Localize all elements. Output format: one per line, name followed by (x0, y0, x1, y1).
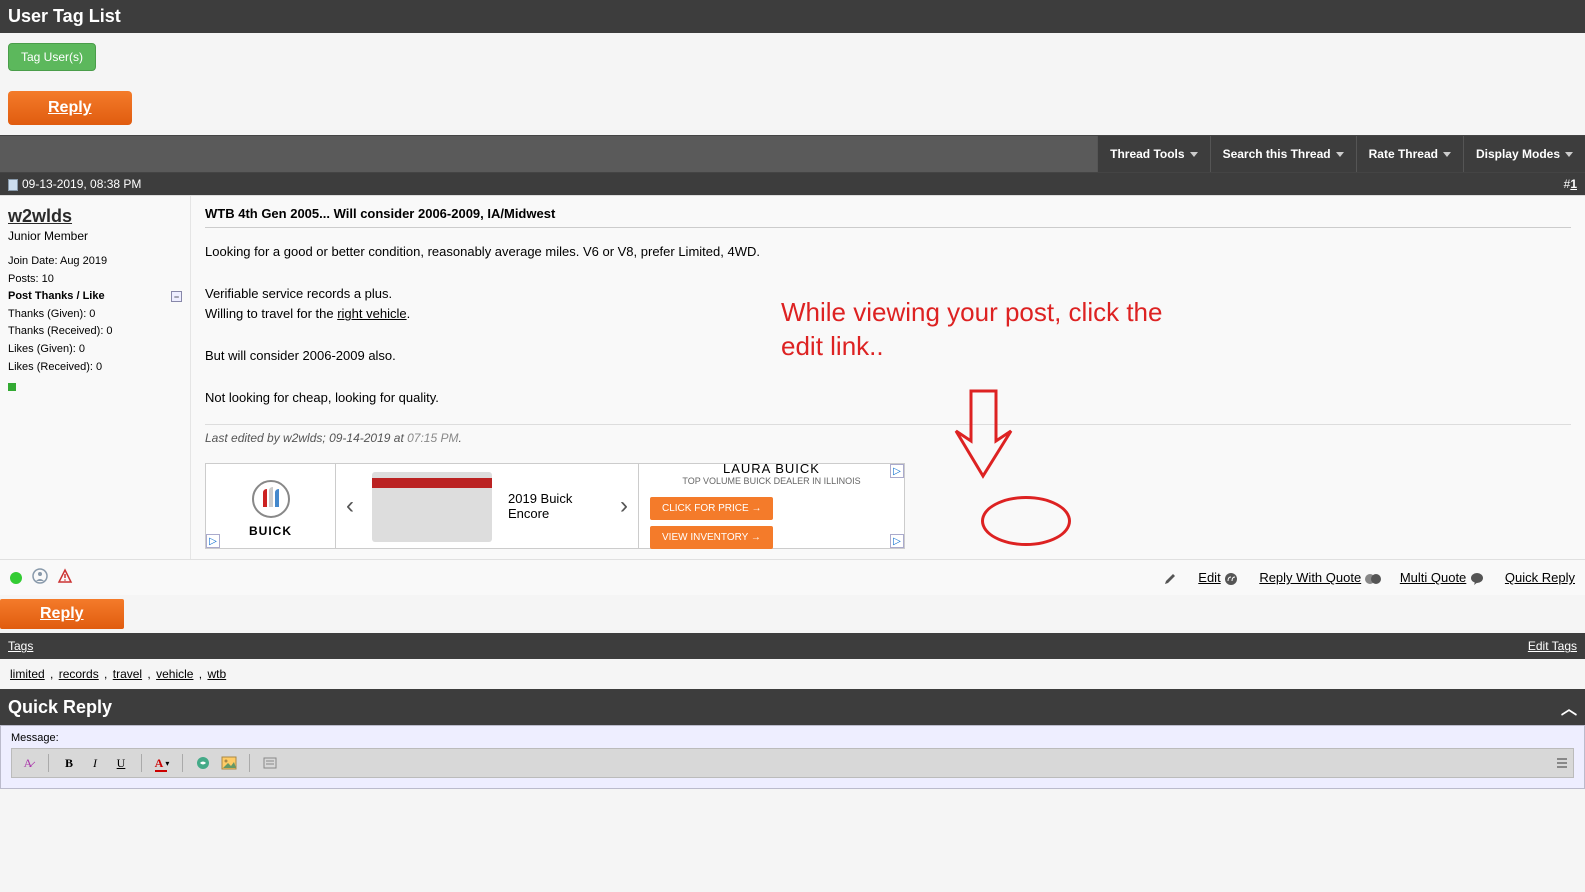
reply-bottom-area: Reply (0, 595, 1585, 633)
thanks-received: Thanks (Received): 0 (8, 323, 182, 341)
display-modes-menu[interactable]: Display Modes (1463, 136, 1585, 172)
ad-dealer-tag: TOP VOLUME BUICK DEALER IN ILLINOIS (682, 476, 860, 486)
pencil-icon (1163, 572, 1177, 586)
ad-dealer-name: LAURA BUICK (723, 461, 820, 476)
post-meta-bar: 09-13-2019, 08:38 PM #1 (0, 173, 1585, 195)
rate-thread-menu[interactable]: Rate Thread (1356, 136, 1463, 172)
right-vehicle-link[interactable]: right vehicle (337, 306, 406, 321)
ad-prev-icon[interactable]: ‹ (336, 492, 364, 520)
post-actions-row: Edit Reply With Quote Multi Quote Quick … (0, 559, 1585, 595)
font-color-icon[interactable]: A▾ (152, 753, 172, 773)
reply-button-top[interactable]: Reply (8, 91, 132, 125)
chevron-down-icon (1336, 152, 1344, 157)
user-tag-list-header: User Tag List (0, 0, 1585, 33)
thanks-given: Thanks (Given): 0 (8, 306, 182, 324)
bold-icon[interactable]: B (59, 753, 79, 773)
underline-icon[interactable]: U (111, 753, 131, 773)
poster-username[interactable]: w2wlds (8, 206, 72, 226)
poster-stats: Join Date: Aug 2019 Posts: 10 Post Thank… (8, 253, 182, 398)
post-thanks-like-row: Post Thanks / Like − (8, 288, 182, 306)
post-action-links: Edit Reply With Quote Multi Quote Quick … (1163, 570, 1575, 586)
likes-given: Likes (Given): 0 (8, 341, 182, 359)
ad-brand: BUICK (249, 524, 292, 538)
search-thread-label: Search this Thread (1223, 147, 1331, 161)
quick-reply-body: Message: A̷ B I U A▾ (0, 725, 1585, 789)
annotation-arrow-icon (951, 386, 1021, 486)
thread-tools-label: Thread Tools (1110, 147, 1184, 161)
join-date: Join Date: Aug 2019 (8, 253, 182, 271)
post-row: w2wlds Junior Member Join Date: Aug 2019… (0, 195, 1585, 559)
tag-link[interactable]: travel (113, 667, 142, 681)
thread-tools-menu[interactable]: Thread Tools (1097, 136, 1209, 172)
quick-reply-icon (1470, 572, 1484, 586)
quick-reply-link[interactable]: Quick Reply (1505, 570, 1575, 585)
adchoices-icon[interactable]: ▷ (206, 534, 220, 548)
adchoices-icon[interactable]: ▷ (890, 534, 904, 548)
report-icon[interactable] (57, 568, 73, 587)
ad-price-button[interactable]: CLICK FOR PRICE → (650, 497, 773, 520)
edit-link[interactable]: Edit (1198, 570, 1220, 585)
remove-format-icon[interactable]: A̷ (18, 753, 38, 773)
post-datetime: 09-13-2019, 08:38 PM (8, 177, 141, 191)
online-status-icon (10, 572, 22, 584)
post-count: Posts: 10 (8, 271, 182, 289)
collapse-icon[interactable]: − (171, 291, 182, 302)
poster-title: Junior Member (8, 229, 182, 243)
thread-toolbar: Thread Tools Search this Thread Rate Thr… (0, 135, 1585, 173)
tag-link[interactable]: limited (10, 667, 45, 681)
tag-link[interactable]: records (59, 667, 99, 681)
post-body: WTB 4th Gen 2005... Will consider 2006-2… (190, 196, 1585, 559)
link-icon[interactable] (193, 753, 213, 773)
editor-toolbar: A̷ B I U A▾ (11, 748, 1574, 778)
tags-header-link[interactable]: Tags (8, 639, 33, 653)
status-icons (10, 568, 79, 587)
ad-car-image (372, 472, 492, 542)
post-user-panel: w2wlds Junior Member Join Date: Aug 2019… (0, 196, 190, 559)
tags-header-bar: Tags Edit Tags (0, 633, 1585, 659)
ad-inventory-button[interactable]: VIEW INVENTORY → (650, 526, 773, 549)
multi-quote-icon (1365, 572, 1379, 586)
search-thread-menu[interactable]: Search this Thread (1210, 136, 1356, 172)
ad-close-icon[interactable]: ▷ (890, 464, 904, 478)
post-number[interactable]: #1 (1564, 177, 1577, 191)
quick-reply-header: Quick Reply ︿ (0, 689, 1585, 725)
reply-top-area: Reply (0, 81, 1585, 135)
multi-quote-link[interactable]: Multi Quote (1400, 570, 1466, 585)
collapse-chevron-icon[interactable]: ︿ (1561, 695, 1577, 719)
quote-icon (1224, 572, 1238, 586)
quote-wrap-icon[interactable] (260, 753, 280, 773)
rate-thread-label: Rate Thread (1369, 147, 1438, 161)
chevron-down-icon (1190, 152, 1198, 157)
tag-users-button[interactable]: Tag User(s) (8, 43, 96, 71)
tags-list: limited , records , travel , vehicle , w… (0, 659, 1585, 689)
buick-logo-icon (246, 474, 296, 524)
profile-icon[interactable] (32, 568, 48, 587)
ad-model: 2019 Buick Encore (500, 464, 610, 548)
annotation-text: While viewing your post, click the edit … (781, 296, 1201, 364)
editor-resize-grip[interactable] (1557, 758, 1567, 768)
annotation-circle (981, 496, 1071, 546)
ad-next-icon[interactable]: › (610, 492, 638, 520)
message-label: Message: (11, 732, 1574, 744)
display-modes-label: Display Modes (1476, 147, 1560, 161)
likes-received: Likes (Received): 0 (8, 359, 182, 377)
reputation-icon (8, 383, 16, 391)
chevron-down-icon (1443, 152, 1451, 157)
reply-button-bottom[interactable]: Reply (0, 599, 124, 629)
user-tag-list-body: Tag User(s) (0, 33, 1585, 81)
edit-tags-link[interactable]: Edit Tags (1528, 639, 1577, 653)
tag-link[interactable]: vehicle (156, 667, 193, 681)
chevron-down-icon (1565, 152, 1573, 157)
image-icon[interactable] (219, 753, 239, 773)
reply-with-quote-link[interactable]: Reply With Quote (1259, 570, 1361, 585)
tag-link[interactable]: wtb (207, 667, 226, 681)
last-edited-note: Last edited by w2wlds; 09-14-2019 at 07:… (205, 424, 1571, 445)
post-title: WTB 4th Gen 2005... Will consider 2006-2… (205, 206, 1571, 228)
old-post-icon (8, 179, 18, 191)
advertisement[interactable]: ▷ ▷ ▷ BUICK ‹ 2019 Buick Encore › LAURA … (205, 463, 905, 549)
italic-icon[interactable]: I (85, 753, 105, 773)
